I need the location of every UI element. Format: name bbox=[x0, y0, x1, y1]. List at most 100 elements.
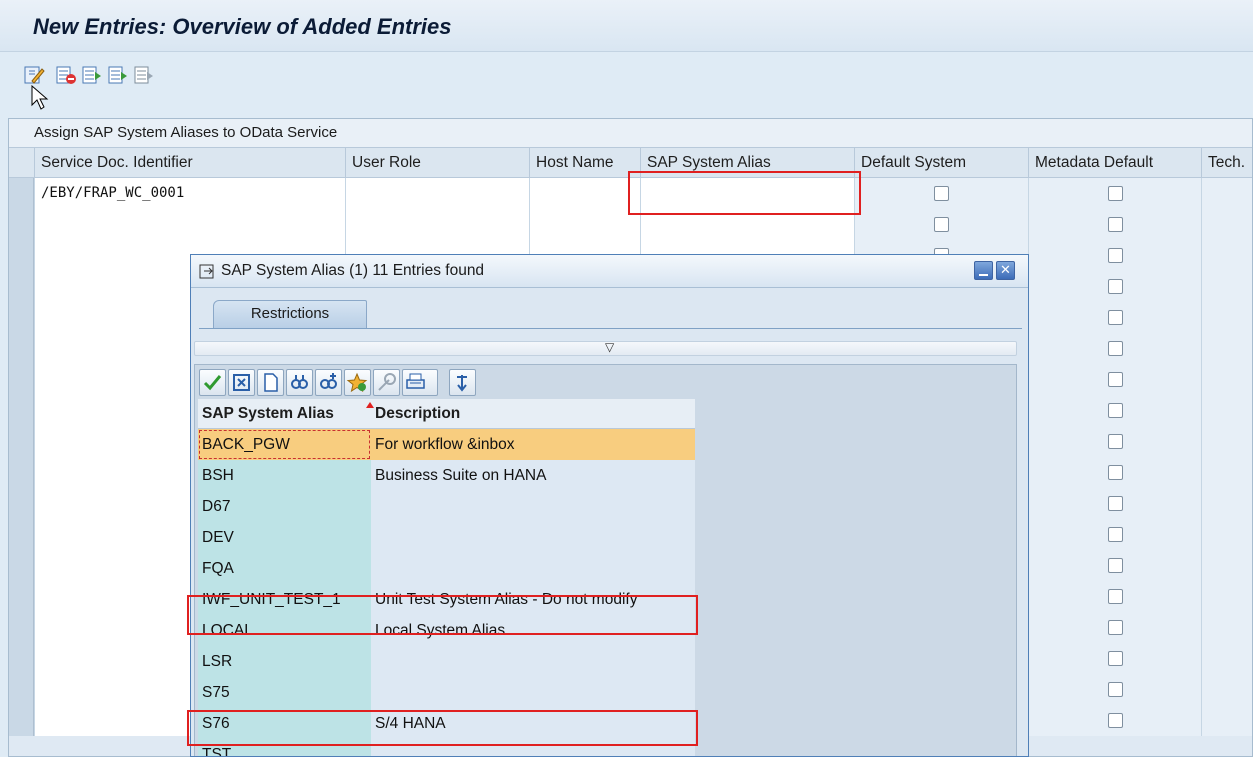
list-item[interactable]: IWF_UNIT_TEST_1 Unit Test System Alias - … bbox=[198, 584, 695, 615]
tab-restrictions[interactable]: Restrictions bbox=[213, 300, 367, 328]
list-item[interactable]: BACK_PGW For workflow &inbox bbox=[198, 429, 695, 460]
row-selector[interactable] bbox=[9, 333, 34, 364]
column-sap-system-alias[interactable]: SAP System Alias bbox=[640, 148, 854, 178]
display-change-icon[interactable] bbox=[23, 64, 45, 86]
row-selector[interactable] bbox=[9, 550, 34, 581]
row-selector[interactable] bbox=[9, 178, 34, 209]
metadata-default-checkbox[interactable] bbox=[1108, 434, 1123, 449]
row-selector[interactable] bbox=[9, 643, 34, 674]
row-selector[interactable] bbox=[9, 674, 34, 705]
delete-row-icon[interactable] bbox=[55, 64, 77, 86]
help-icon[interactable] bbox=[373, 369, 400, 396]
metadata-default-checkbox[interactable] bbox=[1108, 248, 1123, 263]
list-item[interactable]: DEV bbox=[198, 522, 695, 553]
column-default-system[interactable]: Default System bbox=[854, 148, 1028, 178]
alias-cell[interactable]: DEV bbox=[198, 522, 371, 553]
metadata-default-checkbox[interactable] bbox=[1108, 403, 1123, 418]
alias-cell[interactable]: S76 bbox=[198, 708, 371, 739]
print-icon[interactable] bbox=[402, 369, 438, 396]
metadata-default-checkbox[interactable] bbox=[1108, 620, 1123, 635]
service-doc-id-field[interactable] bbox=[34, 209, 345, 240]
select-block-icon[interactable] bbox=[107, 64, 129, 86]
select-all-icon[interactable] bbox=[81, 64, 103, 86]
default-system-checkbox[interactable] bbox=[934, 186, 949, 201]
description-cell[interactable] bbox=[371, 677, 695, 708]
new-page-icon[interactable] bbox=[257, 369, 284, 396]
alias-cell[interactable]: BSH bbox=[198, 460, 371, 491]
list-item[interactable]: LOCAL Local System Alias bbox=[198, 615, 695, 646]
row-selector[interactable] bbox=[9, 705, 34, 736]
metadata-default-checkbox[interactable] bbox=[1108, 496, 1123, 511]
column-metadata-default[interactable]: Metadata Default bbox=[1028, 148, 1201, 178]
description-cell[interactable] bbox=[371, 491, 695, 522]
metadata-default-checkbox[interactable] bbox=[1108, 527, 1123, 542]
row-selector[interactable] bbox=[9, 364, 34, 395]
alias-cell[interactable]: S75 bbox=[198, 677, 371, 708]
metadata-default-checkbox[interactable] bbox=[1108, 713, 1123, 728]
alias-cell[interactable]: FQA bbox=[198, 553, 371, 584]
metadata-default-checkbox[interactable] bbox=[1108, 372, 1123, 387]
list-item[interactable]: TST bbox=[198, 739, 695, 756]
list-item[interactable]: D67 bbox=[198, 491, 695, 522]
list-item[interactable]: BSH Business Suite on HANA bbox=[198, 460, 695, 491]
row-selector[interactable] bbox=[9, 457, 34, 488]
row-selector[interactable] bbox=[9, 209, 34, 240]
alias-cell[interactable]: LOCAL bbox=[198, 615, 371, 646]
metadata-default-checkbox[interactable] bbox=[1108, 341, 1123, 356]
description-cell[interactable] bbox=[371, 522, 695, 553]
row-selector[interactable] bbox=[9, 271, 34, 302]
row-selector[interactable] bbox=[9, 581, 34, 612]
alias-cell[interactable]: D67 bbox=[198, 491, 371, 522]
description-cell[interactable]: Local System Alias bbox=[371, 615, 695, 646]
row-selector[interactable] bbox=[9, 302, 34, 333]
description-cell[interactable] bbox=[371, 646, 695, 677]
description-cell[interactable]: Business Suite on HANA bbox=[371, 460, 695, 491]
description-cell[interactable] bbox=[371, 739, 695, 756]
default-system-checkbox[interactable] bbox=[934, 217, 949, 232]
metadata-default-checkbox[interactable] bbox=[1108, 682, 1123, 697]
check-icon[interactable] bbox=[199, 369, 226, 396]
favorites-icon[interactable] bbox=[344, 369, 371, 396]
column-sap-system-alias[interactable]: SAP System Alias bbox=[198, 399, 371, 429]
row-selector[interactable] bbox=[9, 612, 34, 643]
column-description[interactable]: Description bbox=[371, 399, 695, 429]
find-icon[interactable] bbox=[286, 369, 313, 396]
row-selector[interactable] bbox=[9, 426, 34, 457]
alias-cell[interactable]: BACK_PGW bbox=[198, 429, 371, 460]
description-cell[interactable] bbox=[371, 553, 695, 584]
deselect-all-icon[interactable] bbox=[133, 64, 155, 86]
description-cell[interactable]: Unit Test System Alias - Do not modify bbox=[371, 584, 695, 615]
sap-system-alias-field[interactable] bbox=[640, 209, 854, 240]
host-name-field[interactable] bbox=[529, 209, 640, 240]
metadata-default-checkbox[interactable] bbox=[1108, 465, 1123, 480]
column-user-role[interactable]: User Role bbox=[345, 148, 529, 178]
alias-cell[interactable]: LSR bbox=[198, 646, 371, 677]
sort-icon[interactable] bbox=[449, 369, 476, 396]
metadata-default-checkbox[interactable] bbox=[1108, 310, 1123, 325]
column-tech[interactable]: Tech. bbox=[1201, 148, 1252, 178]
row-selector[interactable] bbox=[9, 488, 34, 519]
metadata-default-checkbox[interactable] bbox=[1108, 279, 1123, 294]
list-item[interactable]: S76 S/4 HANA bbox=[198, 708, 695, 739]
column-host-name[interactable]: Host Name bbox=[529, 148, 640, 178]
sap-system-alias-field[interactable] bbox=[640, 178, 854, 209]
row-selector[interactable] bbox=[9, 519, 34, 550]
user-role-field[interactable] bbox=[345, 209, 529, 240]
close-button[interactable] bbox=[996, 261, 1015, 280]
description-cell[interactable]: S/4 HANA bbox=[371, 708, 695, 739]
service-doc-id-field[interactable]: /EBY/FRAP_WC_0001 bbox=[34, 178, 345, 209]
expand-restrictions-bar[interactable]: ▽ bbox=[194, 340, 1017, 356]
user-role-field[interactable] bbox=[345, 178, 529, 209]
metadata-default-checkbox[interactable] bbox=[1108, 558, 1123, 573]
list-item[interactable]: S75 bbox=[198, 677, 695, 708]
metadata-default-checkbox[interactable] bbox=[1108, 186, 1123, 201]
column-service-doc-identifier[interactable]: Service Doc. Identifier bbox=[34, 148, 345, 178]
list-item[interactable]: LSR bbox=[198, 646, 695, 677]
row-selector[interactable] bbox=[9, 240, 34, 271]
metadata-default-checkbox[interactable] bbox=[1108, 217, 1123, 232]
list-item[interactable]: FQA bbox=[198, 553, 695, 584]
find-next-icon[interactable] bbox=[315, 369, 342, 396]
row-selector[interactable] bbox=[9, 395, 34, 426]
alias-cell[interactable]: TST bbox=[198, 739, 371, 756]
alias-cell[interactable]: IWF_UNIT_TEST_1 bbox=[198, 584, 371, 615]
